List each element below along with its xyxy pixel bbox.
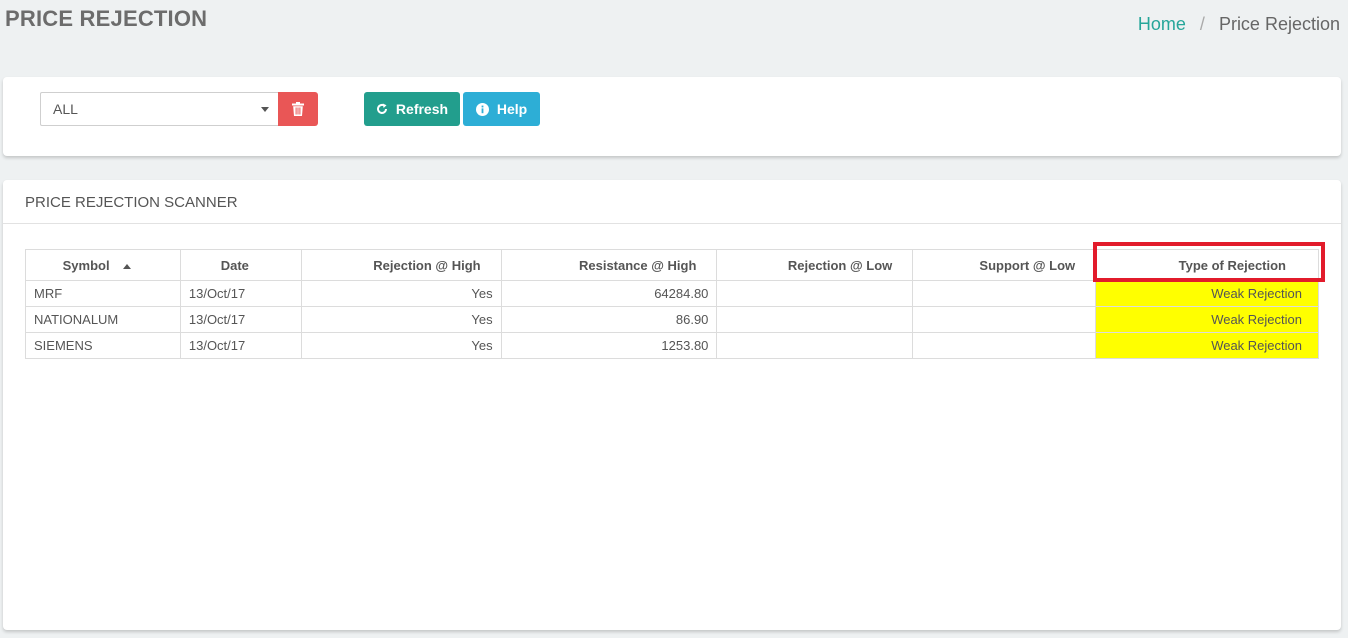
- cell-rejection-high: Yes: [300, 306, 502, 333]
- page-title: PRICE REJECTION: [5, 6, 208, 31]
- help-button[interactable]: Help: [463, 92, 540, 126]
- table-header-row: Symbol Date Rejection @ High Resistance …: [25, 242, 1326, 282]
- cell-support-low: [912, 280, 1097, 307]
- scanner-title: PRICE REJECTION SCANNER: [3, 180, 1341, 224]
- filter-panel: ALL Refresh Help: [3, 77, 1341, 156]
- cell-rejection-high: Yes: [300, 332, 502, 359]
- cell-support-low: [912, 306, 1097, 333]
- breadcrumb-current: Price Rejection: [1218, 14, 1340, 34]
- cell-rejection-high: Yes: [300, 280, 502, 307]
- column-header-label: Date: [220, 257, 249, 273]
- cell-date: 13/Oct/17: [179, 306, 302, 333]
- refresh-icon: [376, 103, 388, 115]
- column-header-support-low[interactable]: Support @ Low: [912, 249, 1097, 281]
- column-header-label: Type of Rejection: [1178, 257, 1286, 273]
- cell-type-of-rejection: Weak Rejection: [1095, 306, 1319, 333]
- cell-type-of-rejection: Weak Rejection: [1095, 332, 1319, 359]
- cell-rejection-low: [716, 306, 914, 333]
- column-header-type-of-rejection[interactable]: Type of Rejection: [1093, 242, 1326, 282]
- cell-type-of-rejection: Weak Rejection: [1095, 280, 1319, 307]
- scanner-table: Symbol Date Rejection @ High Resistance …: [25, 242, 1326, 359]
- cell-support-low: [912, 332, 1097, 359]
- cell-date: 13/Oct/17: [179, 332, 302, 359]
- column-header-resistance-high[interactable]: Resistance @ High: [500, 249, 718, 281]
- column-header-date[interactable]: Date: [179, 249, 302, 281]
- chevron-down-icon: [261, 107, 269, 112]
- help-label: Help: [496, 101, 528, 117]
- cell-symbol: MRF: [25, 280, 181, 307]
- table-row[interactable]: SIEMENS 13/Oct/17 Yes 1253.80 Weak Rejec…: [25, 332, 1319, 359]
- table-row[interactable]: MRF 13/Oct/17 Yes 64284.80 Weak Rejectio…: [25, 280, 1319, 307]
- breadcrumb-home-link[interactable]: Home: [1138, 14, 1186, 35]
- cell-rejection-low: [716, 280, 914, 307]
- column-header-rejection-low[interactable]: Rejection @ Low: [716, 249, 914, 281]
- cell-resistance-high: 1253.80: [500, 332, 718, 359]
- cell-resistance-high: 86.90: [500, 306, 718, 333]
- trash-icon: [292, 102, 304, 116]
- column-header-label: Rejection @ High: [373, 257, 481, 273]
- delete-button[interactable]: [278, 92, 318, 126]
- column-header-symbol[interactable]: Symbol: [25, 249, 181, 281]
- column-header-rejection-high[interactable]: Rejection @ High: [300, 249, 502, 281]
- breadcrumb: Home / Price Rejection: [1138, 14, 1340, 35]
- column-header-label: Symbol: [62, 257, 110, 273]
- refresh-label: Refresh: [395, 101, 449, 117]
- column-header-label: Rejection @ Low: [787, 257, 893, 273]
- symbol-select-value: ALL: [53, 101, 78, 117]
- cell-resistance-high: 64284.80: [500, 280, 718, 307]
- column-header-label: Resistance @ High: [578, 257, 697, 273]
- cell-symbol: SIEMENS: [25, 332, 181, 359]
- info-icon: [475, 102, 489, 116]
- cell-rejection-low: [716, 332, 914, 359]
- column-header-label: Support @ Low: [979, 257, 1076, 273]
- breadcrumb-separator: /: [1199, 14, 1205, 34]
- table-row[interactable]: NATIONALUM 13/Oct/17 Yes 86.90 Weak Reje…: [25, 306, 1319, 333]
- scanner-panel: PRICE REJECTION SCANNER Symbol Date Reje…: [3, 180, 1341, 630]
- cell-symbol: NATIONALUM: [25, 306, 181, 333]
- sort-ascending-icon: [123, 263, 132, 269]
- refresh-button[interactable]: Refresh: [364, 92, 460, 126]
- cell-date: 13/Oct/17: [179, 280, 302, 307]
- symbol-select[interactable]: ALL: [40, 92, 279, 126]
